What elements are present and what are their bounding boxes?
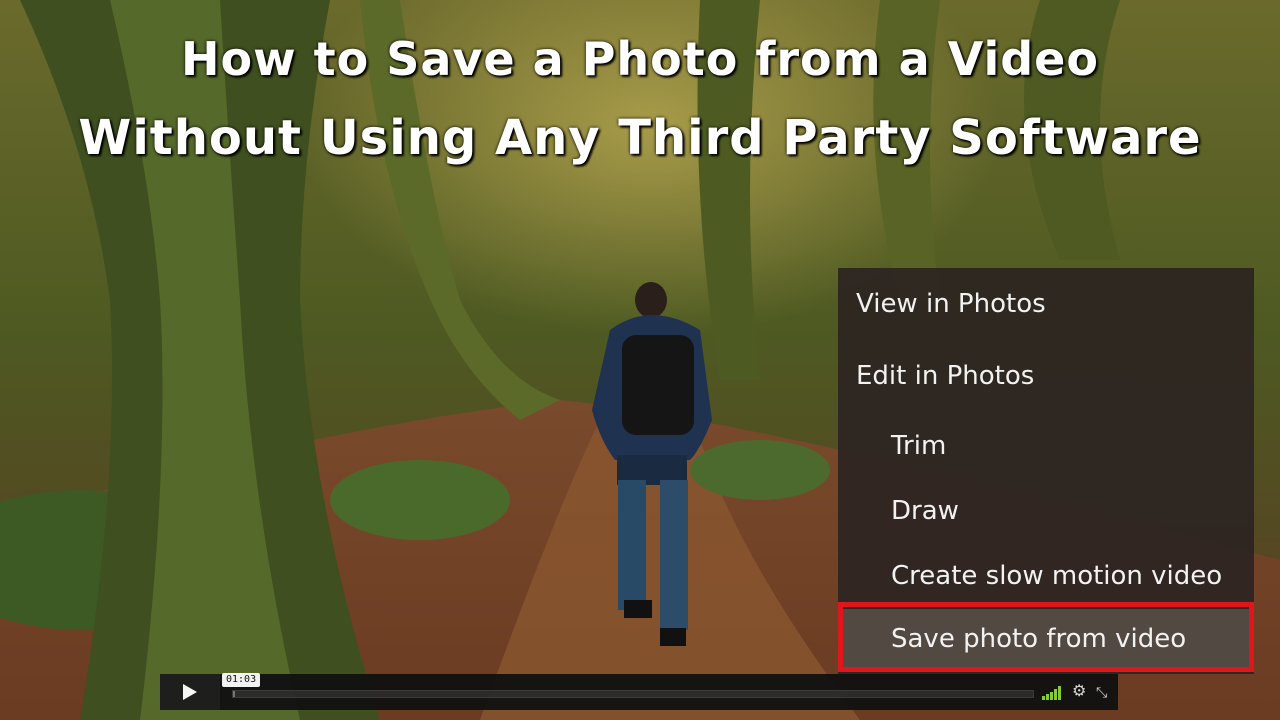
play-icon xyxy=(183,684,197,700)
gear-icon[interactable]: ⚙ xyxy=(1072,684,1086,700)
menu-item-trim[interactable]: Trim xyxy=(838,418,1254,474)
fullscreen-icon[interactable]: ⤡ xyxy=(1096,684,1107,700)
play-button[interactable] xyxy=(160,674,220,710)
time-badge: 01:03 xyxy=(222,673,261,687)
menu-item-draw[interactable]: Draw xyxy=(838,483,1254,539)
progress-fill xyxy=(233,691,236,697)
video-title-line-1: How to Save a Photo from a Video xyxy=(181,32,1099,86)
menu-item-create-slow-motion[interactable]: Create slow motion video xyxy=(838,548,1254,604)
video-player-controls: ⚙ ⤡ xyxy=(160,674,1118,710)
progress-bar[interactable] xyxy=(232,690,1034,698)
menu-item-view-in-photos[interactable]: View in Photos xyxy=(838,276,1254,332)
signal-icon xyxy=(1042,686,1061,700)
menu-item-edit-in-photos[interactable]: Edit in Photos xyxy=(838,348,1254,404)
video-title-line-2: Without Using Any Third Party Software xyxy=(78,110,1202,166)
highlight-box xyxy=(838,602,1254,672)
